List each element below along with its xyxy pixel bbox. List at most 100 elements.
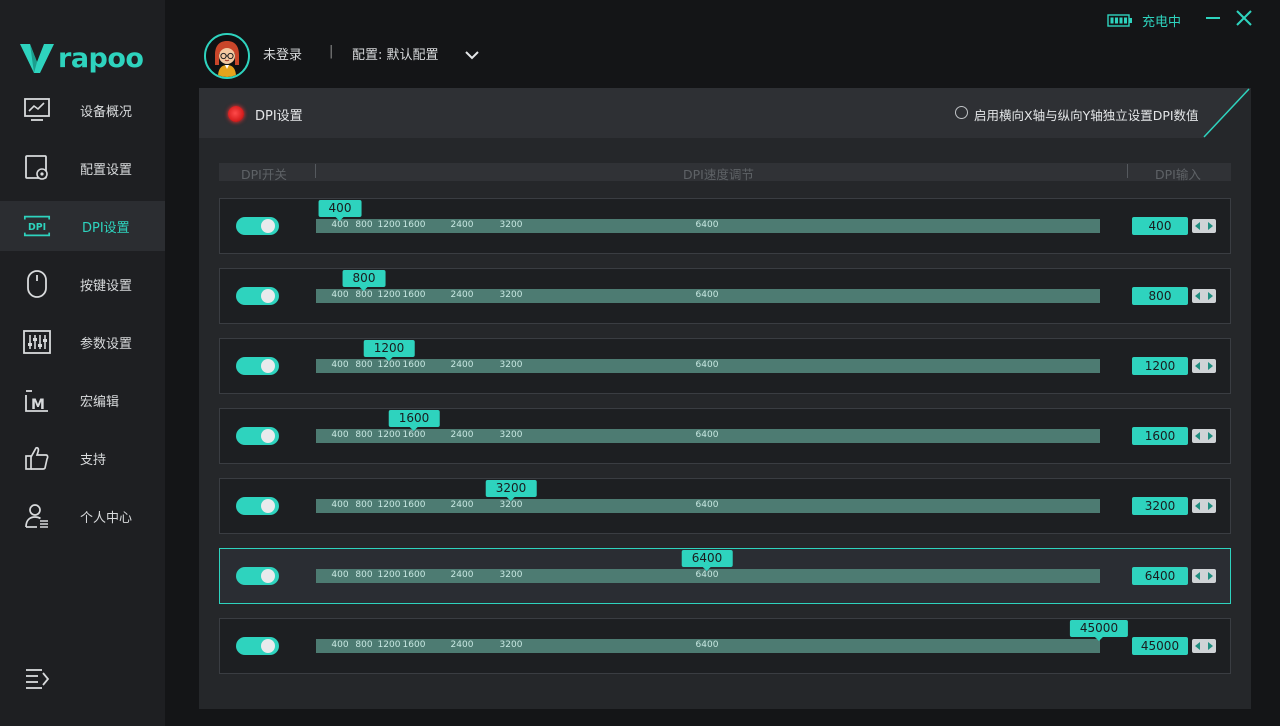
slider-tick-label: 6400 bbox=[695, 290, 719, 300]
dpi-slider-handle[interactable]: 45000 bbox=[1069, 620, 1129, 641]
dpi-row[interactable]: 400 800 1200 1600 2400 3200 6400 800 bbox=[219, 268, 1231, 324]
dpi-slider-track[interactable]: 400 800 1200 1600 2400 3200 6400 45000 bbox=[316, 620, 1129, 653]
dpi-enable-toggle[interactable] bbox=[236, 287, 279, 305]
dpi-slider-handle[interactable]: 400 bbox=[318, 200, 362, 221]
dpi-icon: DPI bbox=[22, 211, 52, 241]
dpi-value-input[interactable] bbox=[1132, 357, 1188, 375]
decrease-arrow-icon[interactable] bbox=[1192, 289, 1204, 303]
decrease-arrow-icon[interactable] bbox=[1192, 429, 1204, 443]
battery-icon bbox=[1107, 12, 1133, 27]
config-profile-label[interactable]: 配置: 默认配置 bbox=[352, 44, 439, 63]
dpi-enable-toggle[interactable] bbox=[236, 567, 279, 585]
slider-tick-label: 6400 bbox=[695, 360, 719, 370]
top-bar: 未登录 | 配置: 默认配置 充电中 bbox=[165, 0, 1280, 88]
dpi-row[interactable]: 400 800 1200 1600 2400 3200 6400 6400 bbox=[219, 548, 1231, 604]
sidebar-item-macro[interactable]: M 宏编辑 bbox=[0, 375, 165, 425]
dpi-slider-handle[interactable]: 3200 bbox=[485, 480, 537, 501]
increase-arrow-icon[interactable] bbox=[1204, 219, 1216, 233]
dpi-stepper bbox=[1192, 289, 1216, 303]
toggle-knob bbox=[261, 429, 275, 443]
increase-arrow-icon[interactable] bbox=[1204, 569, 1216, 583]
slider-tick-label: 3200 bbox=[499, 640, 523, 650]
slider-tick-label: 400 bbox=[331, 640, 349, 650]
dpi-slider-handle[interactable]: 1200 bbox=[363, 340, 415, 361]
dpi-slider-handle[interactable]: 800 bbox=[342, 270, 386, 291]
dpi-enable-toggle[interactable] bbox=[236, 427, 279, 445]
dpi-slider-track[interactable]: 400 800 1200 1600 2400 3200 6400 6400 bbox=[316, 550, 1100, 583]
dpi-value-input[interactable] bbox=[1132, 287, 1188, 305]
dpi-enable-toggle[interactable] bbox=[236, 497, 279, 515]
sidebar-item-dpi[interactable]: DPI DPI设置 bbox=[0, 201, 165, 251]
slider-tick-label: 6400 bbox=[695, 430, 719, 440]
slider-tick-label: 6400 bbox=[695, 570, 719, 580]
xy-independent-label[interactable]: 启用横向X轴与纵向Y轴独立设置DPI数值 bbox=[974, 105, 1199, 124]
dpi-slider-track[interactable]: 400 800 1200 1600 2400 3200 6400 1600 bbox=[316, 410, 1100, 443]
sidebar-item-user-center[interactable]: 个人中心 bbox=[0, 491, 165, 541]
slider-tick-label: 6400 bbox=[695, 640, 719, 650]
dpi-stepper bbox=[1192, 569, 1216, 583]
status-indicator-icon bbox=[228, 106, 244, 122]
slider-tick-label: 3200 bbox=[499, 430, 523, 440]
slider-tick-label: 800 bbox=[355, 430, 373, 440]
avatar-illustration-icon bbox=[206, 35, 248, 77]
rapoo-logo: rapoo bbox=[20, 40, 145, 76]
dpi-value-input[interactable] bbox=[1132, 427, 1188, 445]
dpi-slider-track[interactable]: 400 800 1200 1600 2400 3200 6400 1200 bbox=[316, 340, 1100, 373]
close-icon[interactable] bbox=[1233, 7, 1255, 29]
slider-tick-label: 800 bbox=[355, 220, 373, 230]
toggle-knob bbox=[261, 219, 275, 233]
sidebar-item-label: DPI设置 bbox=[82, 220, 130, 236]
chevron-down-icon[interactable] bbox=[464, 46, 480, 60]
sidebar-item-buttons[interactable]: 按键设置 bbox=[0, 259, 165, 309]
slider-tick-label: 3200 bbox=[499, 500, 523, 510]
increase-arrow-icon[interactable] bbox=[1204, 639, 1216, 653]
decrease-arrow-icon[interactable] bbox=[1192, 499, 1204, 513]
dpi-row[interactable]: 400 800 1200 1600 2400 3200 6400 1600 bbox=[219, 408, 1231, 464]
decrease-arrow-icon[interactable] bbox=[1192, 569, 1204, 583]
dpi-enable-toggle[interactable] bbox=[236, 357, 279, 375]
sidebar-item-params[interactable]: 参数设置 bbox=[0, 317, 165, 367]
dpi-slider-handle[interactable]: 1600 bbox=[388, 410, 440, 431]
dpi-value-input[interactable] bbox=[1132, 567, 1188, 585]
sidebar-item-device-overview[interactable]: 设备概况 bbox=[0, 85, 165, 135]
login-status[interactable]: 未登录 bbox=[263, 44, 302, 63]
dpi-slider-handle[interactable]: 6400 bbox=[681, 550, 733, 571]
increase-arrow-icon[interactable] bbox=[1204, 359, 1216, 373]
slider-tick-label: 800 bbox=[355, 570, 373, 580]
mouse-icon bbox=[22, 269, 52, 299]
increase-arrow-icon[interactable] bbox=[1204, 429, 1216, 443]
collapse-menu-icon[interactable] bbox=[24, 666, 52, 692]
dpi-row[interactable]: 400 800 1200 1600 2400 3200 6400 45000 bbox=[219, 618, 1231, 674]
dpi-row[interactable]: 400 800 1200 1600 2400 3200 6400 400 bbox=[219, 198, 1231, 254]
decrease-arrow-icon[interactable] bbox=[1192, 359, 1204, 373]
dpi-value-input[interactable] bbox=[1132, 637, 1188, 655]
dpi-slider-track[interactable]: 400 800 1200 1600 2400 3200 6400 3200 bbox=[316, 480, 1100, 513]
sidebar-item-support[interactable]: 支持 bbox=[0, 433, 165, 483]
monitor-chart-icon bbox=[22, 95, 52, 125]
slider-tick-label: 1200 bbox=[377, 640, 401, 650]
increase-arrow-icon[interactable] bbox=[1204, 289, 1216, 303]
dpi-slider-track[interactable]: 400 800 1200 1600 2400 3200 6400 400 bbox=[316, 200, 1100, 233]
xy-independent-radio[interactable] bbox=[955, 106, 968, 119]
dpi-slider-track[interactable]: 400 800 1200 1600 2400 3200 6400 800 bbox=[316, 270, 1100, 303]
svg-text:DPI: DPI bbox=[28, 222, 46, 233]
sidebar-item-config[interactable]: 配置设置 bbox=[0, 143, 165, 193]
dpi-value-input[interactable] bbox=[1132, 217, 1188, 235]
slider-tick-label: 6400 bbox=[695, 500, 719, 510]
slider-tick-label: 400 bbox=[331, 360, 349, 370]
dpi-enable-toggle[interactable] bbox=[236, 637, 279, 655]
dpi-row[interactable]: 400 800 1200 1600 2400 3200 6400 1200 bbox=[219, 338, 1231, 394]
minimize-button[interactable] bbox=[1203, 7, 1223, 29]
sidebar-item-label: 个人中心 bbox=[80, 510, 133, 526]
dpi-enable-toggle[interactable] bbox=[236, 217, 279, 235]
dpi-row[interactable]: 400 800 1200 1600 2400 3200 6400 3200 bbox=[219, 478, 1231, 534]
increase-arrow-icon[interactable] bbox=[1204, 499, 1216, 513]
dpi-value-input[interactable] bbox=[1132, 497, 1188, 515]
rapoo-v-logo-icon bbox=[20, 44, 54, 73]
dpi-stepper bbox=[1192, 429, 1216, 443]
thumbs-up-icon bbox=[22, 443, 52, 473]
decrease-arrow-icon[interactable] bbox=[1192, 219, 1204, 233]
avatar[interactable] bbox=[204, 33, 250, 79]
dpi-stepper bbox=[1192, 639, 1216, 653]
decrease-arrow-icon[interactable] bbox=[1192, 639, 1204, 653]
